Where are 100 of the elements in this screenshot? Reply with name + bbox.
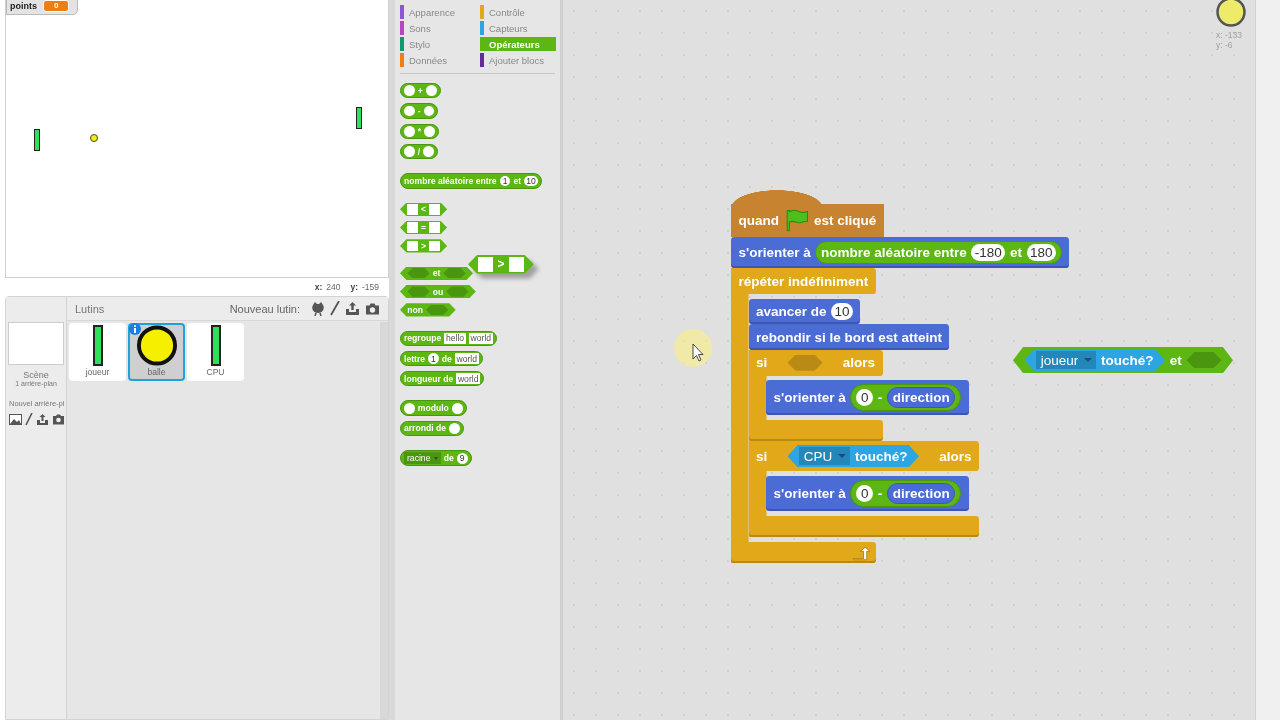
hat-block[interactable]: quand est cliqué [731,190,884,238]
text-input[interactable] [429,203,440,215]
number-input[interactable] [449,423,460,434]
paddle-sprite [34,129,40,151]
upload-icon[interactable] [36,413,49,426]
number-input[interactable]: 0 [856,485,874,503]
sprite-tile[interactable]: joueur [69,323,126,381]
c-block[interactable]: si alors s'orienter à 0 - direction [748,349,969,442]
text-input[interactable] [429,222,440,233]
upload-icon[interactable] [345,301,360,316]
dropdown-input[interactable]: racine [404,452,441,464]
text-input[interactable] [407,240,419,252]
reporter-block[interactable]: regroupe hello world [400,330,497,346]
number-input[interactable] [423,146,434,157]
reporter-block[interactable]: longueur de world [400,371,485,387]
reporter-block[interactable]: arrondi de [400,420,464,437]
reporter-block[interactable]: direction [887,483,956,505]
block-label: si [755,355,768,371]
reporter-block[interactable]: * [400,123,439,139]
reporter-block[interactable]: 0 - direction [850,480,962,508]
c-block[interactable]: si CPU touché? alors s'orienter à 0 - direction [748,441,979,537]
boolean-block[interactable]: joueur touché? et [1013,347,1233,374]
number-input[interactable]: -180 [971,244,1006,262]
text-input[interactable]: hello [444,332,466,344]
boolean-block[interactable]: joueur touché? [1024,349,1165,372]
boolean-block[interactable]: et [400,266,473,280]
number-input[interactable]: 9 [456,452,468,464]
category-item[interactable]: Opérateurs [480,37,556,51]
number-input[interactable] [404,105,415,117]
text-input[interactable] [508,256,524,272]
number-input[interactable]: 1 [428,353,439,364]
sprite-tile[interactable]: CPU [187,323,244,381]
reporter-block[interactable]: + [400,83,441,99]
brush-icon[interactable] [25,413,33,426]
reporter-block[interactable]: modulo [400,400,467,416]
ball-thumbnail [1214,0,1248,29]
reporter-block[interactable]: racine de 9 [400,450,472,467]
number-input[interactable] [404,402,415,414]
reporter-block[interactable]: - [400,103,439,119]
command-block[interactable]: s'orienter à nombre aléatoire entre -180 et 180 [731,237,1070,269]
dropdown-input[interactable]: joueur [1035,351,1097,370]
reporter-block[interactable]: direction [887,387,956,409]
reporter-block[interactable]: / [400,143,438,160]
dropdown-input[interactable]: CPU [798,447,851,466]
command-block[interactable]: rebondir si le bord est atteint [748,324,950,350]
number-input[interactable]: 0 [856,389,874,407]
brush-icon[interactable] [330,301,340,316]
category-item[interactable]: Ajouter blocs [480,53,556,67]
category-item[interactable]: Apparence [400,5,480,19]
block-label: et [513,175,522,186]
boolean-block[interactable]: > [400,239,448,253]
monitor-label: points [10,1,37,11]
text-input[interactable] [478,256,494,272]
boolean-block[interactable]: ou [400,284,476,299]
number-input[interactable] [404,85,415,97]
reporter-block[interactable]: lettre 1 de world [400,350,483,367]
camera-icon[interactable] [52,414,65,425]
category-item[interactable]: Stylo [400,37,480,51]
block-label: rebondir si le bord est atteint [755,329,942,345]
command-block[interactable]: avancer de 10 [748,298,861,325]
text-input[interactable] [429,240,440,252]
number-input[interactable]: 1 [499,175,511,187]
number-input[interactable] [423,105,435,117]
sprite-tile[interactable]: balle [128,323,185,381]
block-label: = [421,222,427,233]
boolean-block[interactable]: < [400,202,448,216]
text-input[interactable]: world [468,332,493,344]
number-input[interactable] [425,85,437,97]
number-input[interactable]: 10 [524,175,538,187]
number-input[interactable]: 180 [1026,244,1056,262]
reporter-block[interactable]: nombre aléatoire entre -180 et 180 [815,241,1062,265]
reporter-block[interactable]: 0 - direction [850,384,962,412]
category-item[interactable]: Capteurs [480,21,556,35]
number-input[interactable] [424,125,435,137]
boolean-block[interactable]: > [468,255,534,274]
stage-thumbnail[interactable] [8,322,64,365]
command-block[interactable]: s'orienter à 0 - direction [766,380,969,416]
paddle-icon [92,325,103,366]
reporter-block[interactable]: nombre aléatoire entre 1 et 10 [400,173,542,189]
category-item[interactable]: Sons [400,21,480,35]
number-input[interactable] [404,125,415,137]
text-input[interactable]: world [456,373,481,385]
info-icon[interactable] [129,323,141,335]
camera-icon[interactable] [365,302,380,315]
text-input[interactable]: world [454,353,479,364]
number-input[interactable] [404,146,415,157]
boolean-block[interactable]: non [400,303,456,317]
category-item[interactable]: Données [400,53,480,67]
boolean-block[interactable]: CPU touché? [787,445,919,468]
c-block[interactable]: répéter indéfiniment avancer de 10 rebondir si le bord est atteint si alors s'orienter à 0 - direction si CPU touché? alors s'orienter à 0 - direction [731,268,979,563]
character-icon[interactable] [311,301,325,316]
text-input[interactable] [407,203,419,215]
loop-arrow-icon [851,545,871,561]
command-block[interactable]: s'orienter à 0 - direction [766,476,969,512]
boolean-block[interactable]: = [400,220,448,235]
number-input[interactable] [451,402,463,414]
text-input[interactable] [407,222,419,233]
category-item[interactable]: Contrôle [480,5,556,19]
number-input[interactable]: 10 [831,302,853,320]
image-icon[interactable] [9,414,22,425]
